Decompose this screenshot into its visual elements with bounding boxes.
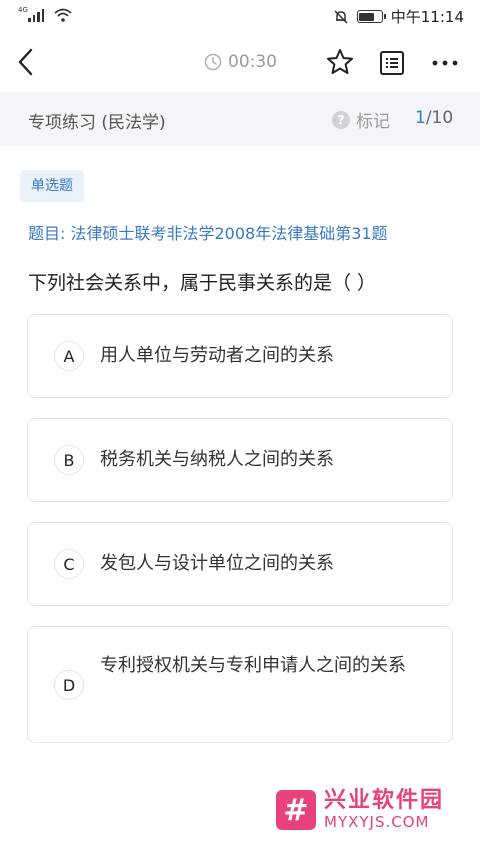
question-mark-icon: ? xyxy=(332,110,350,129)
option-a[interactable]: A 用人单位与劳动者之间的关系 xyxy=(27,314,453,398)
question-progress: 1/10 xyxy=(415,108,453,128)
timer-value: 00:30 xyxy=(228,52,277,72)
option-c[interactable]: C 发包人与设计单位之间的关系 xyxy=(27,522,453,606)
watermark: # 兴业软件园 MYXYJS.COM xyxy=(276,790,444,830)
mark-button[interactable]: ? 标记 xyxy=(332,107,390,132)
option-d[interactable]: D 专利授权机关与专利申请人之间的关系 xyxy=(27,626,453,743)
network-type: 4G xyxy=(18,6,28,14)
status-right: 中午11:14 xyxy=(333,6,464,27)
watermark-url: MYXYJS.COM xyxy=(324,813,430,831)
option-letter: D xyxy=(54,670,84,700)
option-text: 税务机关与纳税人之间的关系 xyxy=(100,449,334,470)
battery-icon xyxy=(356,10,386,23)
status-left: 4G xyxy=(18,6,72,22)
more-options-icon[interactable] xyxy=(430,49,460,77)
practice-title: 专项练习 (民法学) xyxy=(28,113,166,133)
signal-icon xyxy=(28,8,44,22)
back-arrow-icon[interactable] xyxy=(14,47,38,77)
watermark-text: 兴业软件园 MYXYJS.COM xyxy=(324,790,444,830)
option-text: 发包人与设计单位之间的关系 xyxy=(100,553,334,574)
question-stem: 下列社会关系中，属于民事关系的是（ ） xyxy=(28,272,377,294)
answer-sheet-icon[interactable] xyxy=(378,49,406,77)
question-source-link[interactable]: 题目: 法律硕士联考非法学2008年法律基础第31题 xyxy=(28,220,388,244)
watermark-name: 兴业软件园 xyxy=(324,788,445,813)
practice-header: 专项练习 (民法学) ? 标记 1/10 xyxy=(0,92,480,146)
option-b[interactable]: B 税务机关与纳税人之间的关系 xyxy=(27,418,453,502)
timer: 00:30 xyxy=(204,52,277,72)
option-letter: B xyxy=(54,445,84,475)
favorite-star-icon[interactable] xyxy=(325,47,355,77)
option-text: 用人单位与劳动者之间的关系 xyxy=(100,345,334,366)
clock: 中午11:14 xyxy=(390,8,464,26)
option-text: 专利授权机关与专利申请人之间的关系 xyxy=(100,655,406,676)
mark-label: 标记 xyxy=(356,112,390,132)
option-letter: A xyxy=(54,341,84,371)
wifi-icon xyxy=(54,8,72,22)
mute-bell-icon xyxy=(334,9,348,24)
progress-current: 1 xyxy=(415,108,426,128)
question-card: 单选题 题目: 法律硕士联考非法学2008年法律基础第31题 下列社会关系中，属… xyxy=(0,146,480,853)
clock-icon xyxy=(204,53,222,71)
question-type-badge: 单选题 xyxy=(20,170,84,202)
watermark-logo: # xyxy=(276,790,316,830)
status-bar: 4G 中午11:14 xyxy=(0,0,480,34)
nav-bar: 00:30 xyxy=(0,34,480,92)
progress-total: /10 xyxy=(425,108,454,128)
option-letter: C xyxy=(54,549,84,579)
